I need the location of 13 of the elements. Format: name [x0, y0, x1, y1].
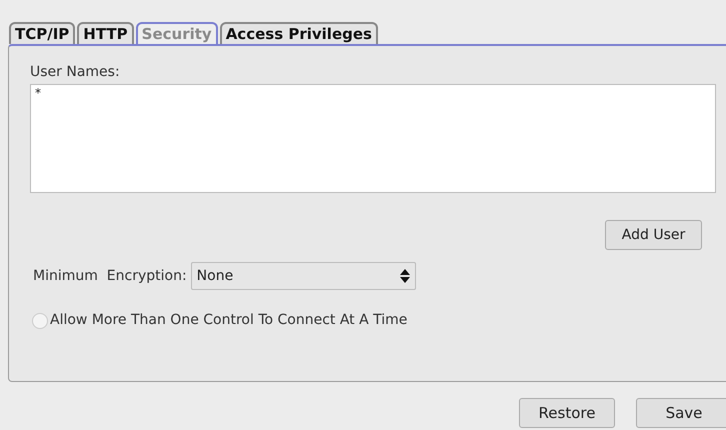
tab[interactable]: HTTP: [77, 22, 134, 44]
dialog-button[interactable]: Restore: [519, 398, 615, 428]
encryption-select[interactable]: None: [190, 262, 416, 290]
tab[interactable]: TCP/IP: [9, 22, 76, 44]
tab[interactable]: Access Privileges: [220, 22, 378, 44]
updown-arrows-icon: [400, 269, 410, 283]
dialog-button[interactable]: Save: [636, 398, 726, 428]
allow-multiple-checkbox[interactable]: [32, 312, 48, 328]
user-names-field[interactable]: *: [30, 84, 716, 193]
add-user-button[interactable]: Add User: [605, 220, 702, 250]
user-names-label: User Names:: [30, 64, 121, 80]
encryption-label: Minimum Encryption:: [33, 266, 187, 286]
allow-multiple-label: Allow More Than One Control To Connect At A Time: [50, 311, 408, 330]
